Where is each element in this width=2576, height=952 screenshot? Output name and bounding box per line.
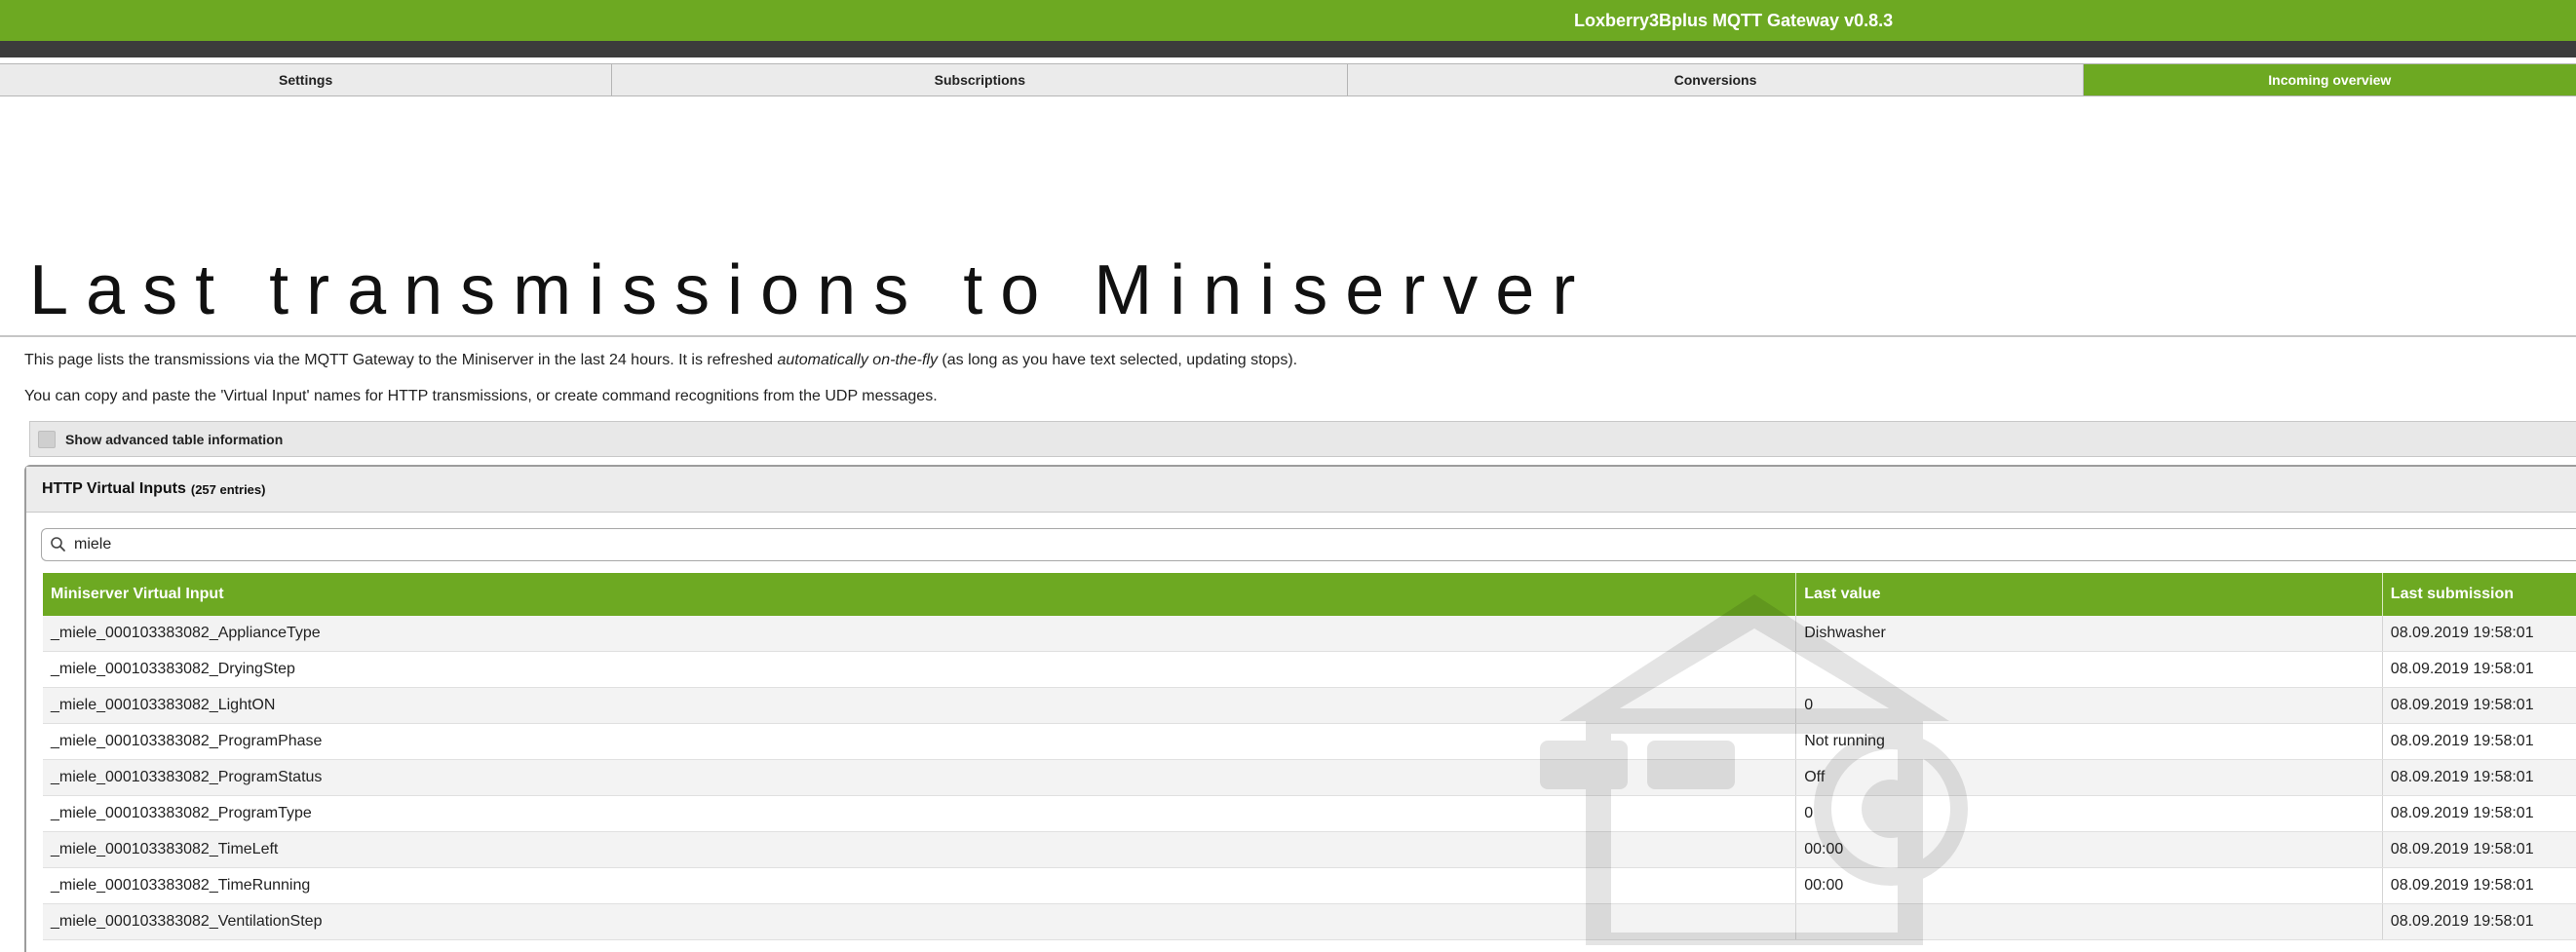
cell-last-submission: 08.09.2019 19:58:01 bbox=[2382, 687, 2576, 724]
cell-last-submission: 08.09.2019 19:58:01 bbox=[2382, 795, 2576, 832]
table-row: _miele_000103383082_DryingStep 08.09.201… bbox=[43, 651, 2576, 688]
cell-last-value: Off bbox=[1795, 759, 2383, 796]
cell-last-submission: 08.09.2019 19:58:01 bbox=[2382, 651, 2576, 688]
cell-last-value: Dishwasher bbox=[1795, 616, 2383, 652]
tab-subscriptions[interactable]: Subscriptions bbox=[612, 64, 1349, 95]
tab-conversions[interactable]: Conversions bbox=[1348, 64, 2084, 95]
table-row: _miele_000103383082_TimeLeft 00:00 08.09… bbox=[43, 831, 2576, 868]
title-divider bbox=[0, 335, 2576, 337]
cell-last-submission: 08.09.2019 19:58:01 bbox=[2382, 723, 2576, 760]
nav-tabs: Settings Subscriptions Conversions Incom… bbox=[0, 63, 2576, 96]
advanced-info-toggle[interactable]: Show advanced table information bbox=[29, 421, 2576, 457]
cell-virtual-input[interactable]: _miele_000103383082_TimeLeft bbox=[43, 831, 1797, 868]
cell-last-value: 0 bbox=[1795, 795, 2383, 832]
entry-count: (257 entries) bbox=[190, 481, 266, 497]
cell-last-value: Not running bbox=[1795, 723, 2383, 760]
cell-last-value: 00:00 bbox=[1795, 831, 2383, 868]
panel-header[interactable]: HTTP Virtual Inputs (257 entries) bbox=[26, 467, 2576, 513]
search-input[interactable] bbox=[70, 530, 2576, 559]
table-row: _miele_000103383082_TimeRunning 00:00 08… bbox=[43, 867, 2576, 904]
cell-last-submission: 08.09.2019 19:58:01 bbox=[2382, 616, 2576, 652]
column-header-virtual-input[interactable]: Miniserver Virtual Input bbox=[43, 573, 1797, 616]
table-row: _miele_000103383082_LightON 0 08.09.2019… bbox=[43, 687, 2576, 724]
cell-virtual-input[interactable]: _miele_000103383082_ProgramType bbox=[43, 795, 1797, 832]
tab-settings[interactable]: Settings bbox=[0, 64, 613, 95]
cell-virtual-input[interactable]: _miele_000103383082_LightON bbox=[43, 687, 1797, 724]
cell-virtual-input[interactable]: _miele_000103383082_TimeRunning bbox=[43, 867, 1797, 904]
table-row: _miele_000103383082_VentilationStep 08.0… bbox=[43, 903, 2576, 940]
table-row: _miele_000103383082_ProgramPhase Not run… bbox=[43, 723, 2576, 760]
table-row: _miele_000103383082_ProgramStatus Off 08… bbox=[43, 759, 2576, 796]
cell-last-value bbox=[1795, 651, 2383, 688]
cell-last-submission: 08.09.2019 19:58:01 bbox=[2382, 867, 2576, 904]
page-title: Last transmissions to Miniserver bbox=[29, 251, 1594, 329]
cell-last-submission: 08.09.2019 19:58:01 bbox=[2382, 903, 2576, 940]
column-header-last-submission[interactable]: Last submission bbox=[2382, 573, 2576, 616]
cell-virtual-input[interactable]: _miele_000103383082_VentilationStep bbox=[43, 903, 1797, 940]
cell-last-value bbox=[1795, 903, 2383, 940]
tab-incoming-overview[interactable]: Incoming overview bbox=[2083, 64, 2576, 95]
transmissions-table-wrap: Miniserver Virtual Input Last value Last… bbox=[43, 573, 2576, 940]
cell-last-value: 0 bbox=[1795, 687, 2383, 724]
description-text-end: (as long as you have text selected, upda… bbox=[937, 352, 1298, 368]
http-virtual-inputs-panel: HTTP Virtual Inputs (257 entries) Minise… bbox=[24, 465, 2576, 952]
header-divider-bar bbox=[0, 41, 2576, 57]
advanced-info-label[interactable]: Show advanced table information bbox=[65, 432, 283, 447]
table-header-row: Miniserver Virtual Input Last value Last… bbox=[43, 573, 2576, 616]
app-title: Loxberry3Bplus MQTT Gateway v0.8.3 bbox=[1574, 11, 1894, 30]
search-icon bbox=[51, 537, 65, 552]
app-header: Loxberry3Bplus MQTT Gateway v0.8.3 bbox=[0, 0, 2576, 41]
page-description: This page lists the transmissions via th… bbox=[24, 352, 1297, 369]
cell-last-submission: 08.09.2019 19:58:01 bbox=[2382, 831, 2576, 868]
cell-last-submission: 08.09.2019 19:58:01 bbox=[2382, 759, 2576, 796]
table-row: _miele_000103383082_ProgramType 0 08.09.… bbox=[43, 795, 2576, 832]
cell-virtual-input[interactable]: _miele_000103383082_ProgramPhase bbox=[43, 723, 1797, 760]
cell-virtual-input[interactable]: _miele_000103383082_ProgramStatus bbox=[43, 759, 1797, 796]
transmissions-table: Miniserver Virtual Input Last value Last… bbox=[43, 573, 2576, 940]
panel-title: HTTP Virtual Inputs bbox=[42, 480, 186, 497]
search-box[interactable] bbox=[41, 528, 2576, 561]
cell-last-value: 00:00 bbox=[1795, 867, 2383, 904]
table-row: _miele_000103383082_ApplianceType Dishwa… bbox=[43, 616, 2576, 652]
cell-virtual-input[interactable]: _miele_000103383082_ApplianceType bbox=[43, 616, 1797, 652]
description-text-start: This page lists the transmissions via th… bbox=[24, 352, 778, 368]
description-emphasis: automatically on-the-fly bbox=[777, 352, 938, 368]
column-header-last-value[interactable]: Last value bbox=[1795, 573, 2383, 616]
cell-virtual-input[interactable]: _miele_000103383082_DryingStep bbox=[43, 651, 1797, 688]
advanced-info-checkbox[interactable] bbox=[38, 430, 56, 448]
page-hint: You can copy and paste the 'Virtual Inpu… bbox=[24, 388, 938, 404]
